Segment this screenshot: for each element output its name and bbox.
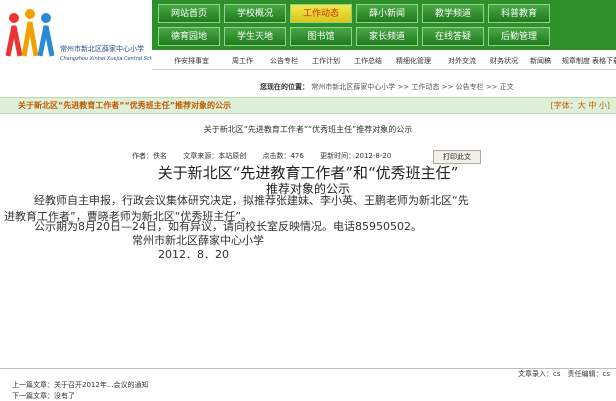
logo-name-en: Changzhou Xinbei Xuejia Central School — [60, 56, 161, 62]
meta-author: 作者：佚名 — [132, 152, 167, 160]
nav-work-news[interactable]: 工作动态 — [290, 4, 352, 23]
article-paragraph-1-line-1: 经教师自主申报，行政会议集体研究决定，拟推荐张建妹、李小英、王鹏老师为新北区“先 — [34, 194, 469, 207]
subnav-item[interactable]: 精细化管理 — [396, 56, 431, 66]
meta-source: 文章来源：本站原创 — [183, 152, 247, 160]
main-navigation: 网站首页 学校概况 工作动态 薛小新闻 教学频道 科普教育 德育园地 学生天地 … — [152, 0, 616, 50]
title-bar-text: 关于新北区“先进教育工作者”“优秀班主任”推荐对象的公示 — [18, 101, 232, 110]
nav-school-overview[interactable]: 学校概况 — [224, 4, 286, 23]
breadcrumb-path[interactable]: 常州市新北区薛家中心小学 >> 工作动态 >> 公告专栏 >> 正文 — [311, 83, 514, 91]
school-logo[interactable]: 常州市新北区薛家中心小学 Changzhou Xinbei Xuejia Cen… — [0, 0, 160, 76]
meta-date: 更新时间：2012-8-20 — [320, 152, 392, 160]
nav-moral[interactable]: 德育园地 — [158, 27, 220, 46]
subnav-item[interactable]: 对外交流 — [448, 56, 476, 66]
nav-school-news[interactable]: 薛小新闻 — [356, 4, 418, 23]
subnav-item[interactable]: 表格下载 — [592, 56, 616, 66]
subnav-item[interactable]: 规章制度 — [562, 56, 590, 66]
subnav-item[interactable]: 周工作 — [232, 56, 253, 66]
nav-logistics[interactable]: 后勤管理 — [488, 27, 550, 46]
subnav-item[interactable]: 财务状况 — [490, 56, 518, 66]
article-meta: 作者：佚名 文章来源：本站原创 点击数：476 更新时间：2012-8-20 — [132, 151, 405, 161]
breadcrumb-prefix: 您现在的位置： — [260, 83, 309, 91]
next-article-link[interactable]: 没有了 — [54, 392, 75, 400]
subnav-item[interactable]: 作安排事宜 — [174, 56, 209, 66]
article-date: 2012．8．20 — [158, 248, 229, 261]
nav-library[interactable]: 图书馆 — [290, 27, 352, 46]
nav-parents[interactable]: 家长频道 — [356, 27, 418, 46]
subnav-item[interactable]: 新闻稿 — [530, 56, 551, 66]
prev-article-label: 上一篇文章： — [12, 381, 54, 389]
logo-figures-icon — [5, 9, 55, 57]
logo-name-cn: 常州市新北区薛家中心小学 — [60, 45, 144, 53]
page-heading: 关于新北区“先进教育工作者”“优秀班主任”推荐对象的公示 — [203, 125, 413, 134]
subnav-item[interactable]: 工作总结 — [354, 56, 382, 66]
subnav-item[interactable]: 工作计划 — [312, 56, 340, 66]
breadcrumb: 您现在的位置： 常州市新北区薛家中心小学 >> 工作动态 >> 公告专栏 >> … — [260, 82, 514, 92]
nav-home[interactable]: 网站首页 — [158, 4, 220, 23]
next-article-label: 下一篇文章： — [12, 392, 54, 400]
article-title-bar: 关于新北区“先进教育工作者”“优秀班主任”推荐对象的公示 [字体：大 中 小] — [0, 97, 616, 114]
prev-article[interactable]: 上一篇文章：关于召开2012年...会议的通知 — [12, 380, 149, 390]
nav-qa[interactable]: 在线答疑 — [422, 27, 484, 46]
sub-navigation: 作安排事宜 周工作 公告专栏 工作计划 工作总结 精细化管理 对外交流 财务状况… — [152, 55, 616, 70]
meta-hits: 点击数：476 — [262, 152, 304, 160]
nav-students[interactable]: 学生天地 — [224, 27, 286, 46]
font-size-control[interactable]: [字体：大 中 小] — [551, 100, 610, 111]
nav-teaching[interactable]: 教学频道 — [422, 4, 484, 23]
nav-science[interactable]: 科普教育 — [488, 4, 550, 23]
prev-article-link[interactable]: 关于召开2012年...会议的通知 — [54, 381, 149, 389]
subnav-item[interactable]: 公告专栏 — [270, 56, 298, 66]
article-editor-info: 文章录入：cs 责任编辑：cs — [518, 370, 610, 378]
